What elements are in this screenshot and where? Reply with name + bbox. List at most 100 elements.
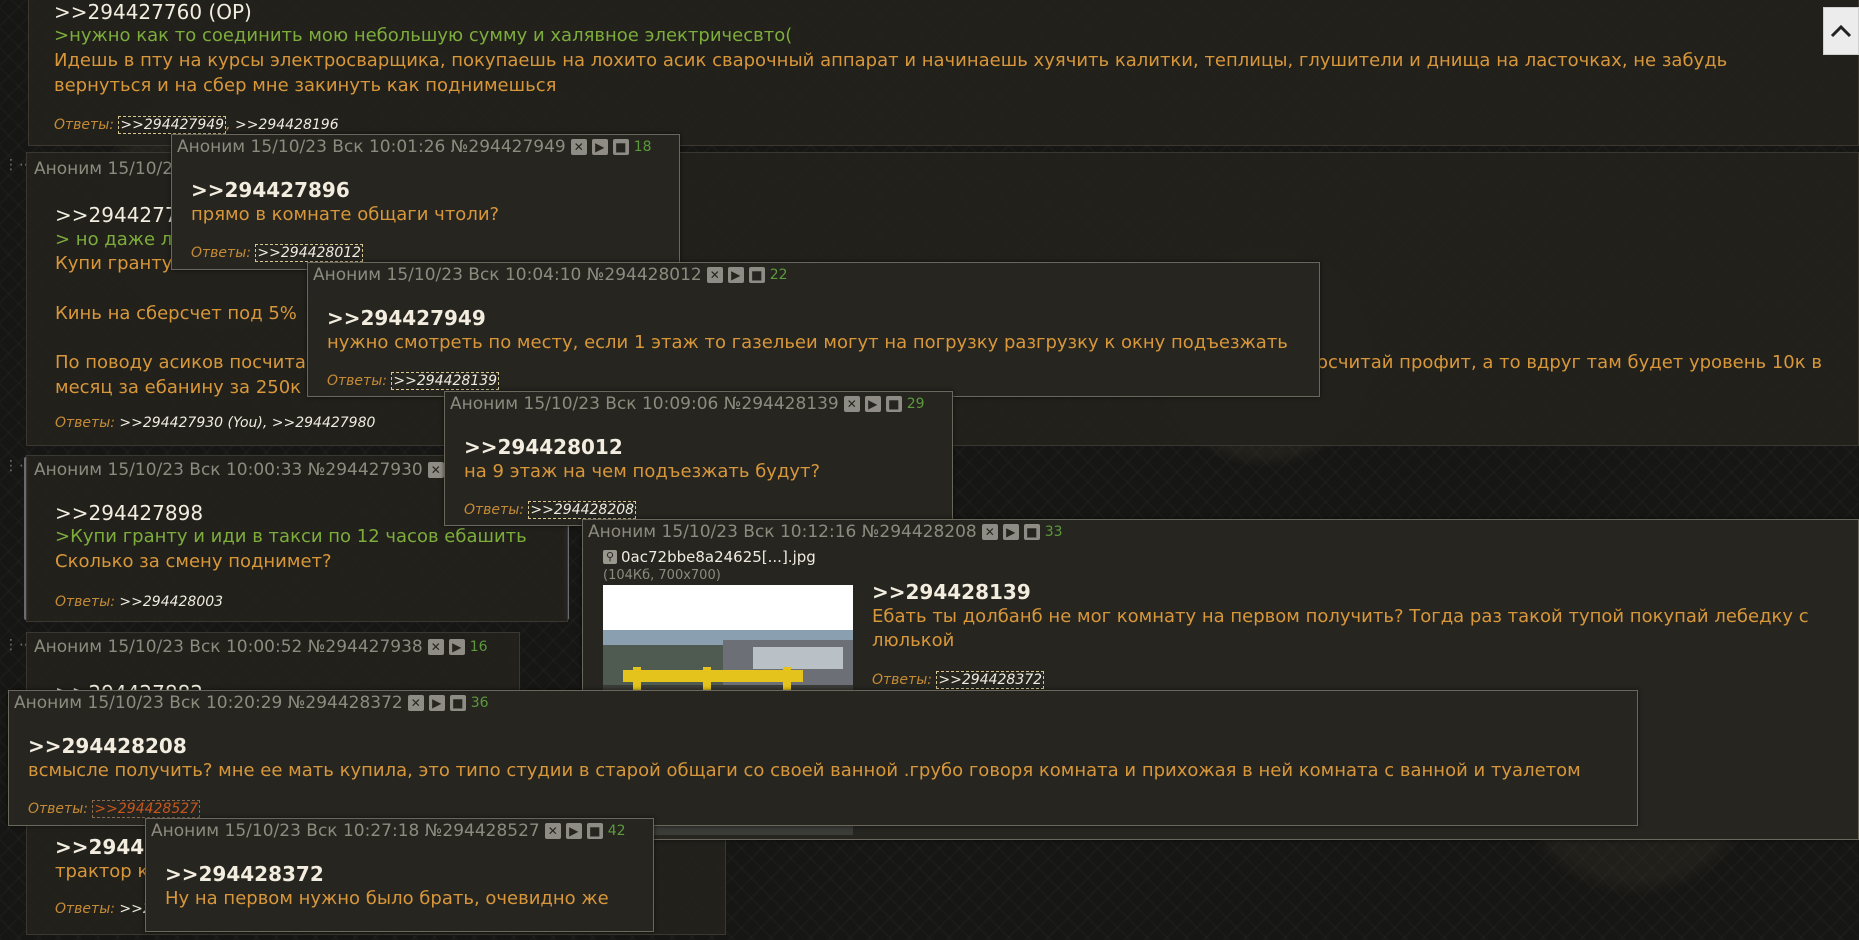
- post-counter: 29: [906, 396, 925, 412]
- scroll-top-button[interactable]: [1823, 7, 1859, 55]
- close-icon[interactable]: ✕: [981, 524, 998, 540]
- popup-ref-link[interactable]: >>294427949: [327, 306, 486, 330]
- op-quote: >нужно как то соединить мою небольшую су…: [54, 25, 793, 46]
- popup-text: Ну на первом нужно было брать, очевидно …: [165, 888, 609, 909]
- post-header: Аноним 15/10/23 Вск 10:00:33 №294427930 …: [34, 460, 444, 480]
- reply-link[interactable]: >>294428139: [391, 372, 500, 390]
- post-text: Купи гранту: [55, 253, 173, 274]
- close-icon[interactable]: ✕: [843, 396, 860, 412]
- answers-label: Ответы:: [55, 415, 115, 431]
- popup-answers: Ответы: >>294428527: [28, 800, 201, 818]
- reply-link[interactable]: >>294428372: [936, 671, 1045, 689]
- popup-header: Аноним 15/10/23 Вск 10:12:16 №294428208 …: [588, 522, 1063, 542]
- post-header-text: Аноним 15/10/23 Вск 10:00:52 №294427938: [34, 637, 423, 657]
- popup-header: Аноним 15/10/23 Вск 10:04:10 №294428012 …: [313, 265, 788, 285]
- play-icon[interactable]: ▶: [428, 695, 445, 711]
- popup-ref-link[interactable]: >>294428372: [165, 862, 324, 886]
- post-ref-link[interactable]: >>294427898: [55, 501, 203, 525]
- play-icon[interactable]: ▶: [565, 823, 582, 839]
- popup-text: на 9 этаж на чем подъезжать будут?: [464, 461, 821, 482]
- stop-icon[interactable]: ■: [885, 396, 902, 412]
- play-icon[interactable]: ▶: [727, 267, 744, 283]
- popup-text: прямо в комнате общаги чтоли?: [191, 204, 500, 225]
- reply-link[interactable]: >>294428196: [235, 117, 339, 133]
- popup-header-text: Аноним 15/10/23 Вск 10:04:10 №294428012: [313, 265, 702, 285]
- reply-popup-294428139: Аноним 15/10/23 Вск 10:09:06 №294428139 …: [444, 391, 953, 526]
- post-text: Кинь на сберсчет под 5%: [55, 303, 297, 324]
- close-icon[interactable]: ✕: [706, 267, 723, 283]
- close-icon[interactable]: ✕: [544, 823, 561, 839]
- op-post: >>294427760 (OP) >нужно как то соединить…: [28, 0, 1859, 146]
- popup-header-text: Аноним 15/10/23 Вск 10:01:26 №294427949: [177, 137, 566, 157]
- file-meta: (104Кб, 700x700): [603, 568, 721, 583]
- popup-header: Аноним 15/10/23 Вск 10:20:29 №294428372 …: [14, 693, 489, 713]
- file-name-link[interactable]: 0ac72bbe8a24625[...].jpg: [621, 548, 816, 566]
- popup-answers: Ответы: >>294428012: [191, 244, 364, 262]
- popup-header: Аноним 15/10/23 Вск 10:27:18 №294428527 …: [151, 821, 626, 841]
- play-icon[interactable]: ▶: [448, 639, 465, 655]
- post-answers: Ответы: >>294428003: [55, 594, 223, 610]
- popup-header-text: Аноним 15/10/23 Вск 10:09:06 №294428139: [450, 394, 839, 414]
- reply-link[interactable]: >>294428003: [119, 594, 223, 610]
- answers-label: Ответы:: [55, 594, 115, 610]
- post-counter: 36: [470, 695, 489, 711]
- reply-link[interactable]: >>294428208: [528, 501, 637, 519]
- post-text: осчитай профит, а то вдруг там будет уро…: [1317, 352, 1822, 373]
- popup-ref-link[interactable]: >>294427896: [191, 178, 350, 202]
- answers-label: Ответы:: [327, 373, 387, 389]
- op-text-line1: Идешь в пту на курсы электросварщика, по…: [54, 50, 1728, 71]
- post-text: Сколько за смену поднимет?: [55, 551, 332, 572]
- post-text: трактор к: [55, 861, 149, 882]
- stop-icon[interactable]: ■: [748, 267, 765, 283]
- play-icon[interactable]: ▶: [591, 139, 608, 155]
- stop-icon[interactable]: ■: [449, 695, 466, 711]
- post-294427938: Аноним 15/10/23 Вск 10:00:52 №294427938 …: [26, 632, 520, 705]
- popup-header-text: Аноним 15/10/23 Вск 10:27:18 №294428527: [151, 821, 540, 841]
- reply-link[interactable]: >>294428012: [255, 244, 364, 262]
- post-header: Аноним 15/10/23 Вск 10:00:52 №294427938 …: [34, 637, 488, 657]
- post-ref-link[interactable]: >>29442: [55, 835, 158, 859]
- close-icon[interactable]: ✕: [427, 462, 444, 478]
- popup-ref-link[interactable]: >>294428012: [464, 435, 623, 459]
- reply-link[interactable]: >>294427949: [118, 116, 227, 134]
- magnifier-icon[interactable]: ⚲: [603, 550, 617, 564]
- reply-link[interactable]: >>294427930 (You), >>294427980: [119, 415, 375, 431]
- popup-text: Ебать ты долбанб не мог комнату на перво…: [872, 606, 1809, 627]
- popup-answers: Ответы: >>294428139: [327, 372, 500, 390]
- reply-link-active[interactable]: >>294428527: [92, 800, 201, 818]
- popup-text: нужно смотреть по месту, если 1 этаж то …: [327, 332, 1288, 353]
- chevron-up-icon: [1830, 24, 1852, 38]
- popup-header: Аноним 15/10/23 Вск 10:09:06 №294428139 …: [450, 394, 925, 414]
- post-counter: 22: [769, 267, 788, 283]
- popup-text: всмысле получить? мне ее мать купила, эт…: [28, 760, 1581, 781]
- op-title[interactable]: >>294427760 (OP): [54, 0, 252, 24]
- popup-ref-link[interactable]: >>294428139: [872, 580, 1031, 604]
- post-quote: > но даже л: [55, 229, 173, 250]
- stop-icon[interactable]: ■: [1023, 524, 1040, 540]
- close-icon[interactable]: ✕: [407, 695, 424, 711]
- stop-icon[interactable]: ■: [612, 139, 629, 155]
- post-counter: 18: [633, 139, 652, 155]
- close-icon[interactable]: ✕: [570, 139, 587, 155]
- op-text-line2: вернуться и на сбер мне закинуть как под…: [54, 75, 557, 96]
- post-header-text: Аноним 15/10/23 Вск 10:00:33 №294427930: [34, 460, 423, 480]
- post-counter: 33: [1044, 524, 1063, 540]
- reply-popup-294428372: Аноним 15/10/23 Вск 10:20:29 №294428372 …: [8, 690, 1638, 826]
- popup-header: Аноним 15/10/23 Вск 10:01:26 №294427949 …: [177, 137, 652, 157]
- popup-text: люлькой: [872, 630, 955, 651]
- popup-answers: Ответы: >>294428372: [872, 671, 1045, 689]
- answers-label: Ответы:: [28, 801, 88, 817]
- answers-label: Ответы:: [55, 901, 115, 917]
- stop-icon[interactable]: ■: [586, 823, 603, 839]
- reply-popup-294428012: Аноним 15/10/23 Вск 10:04:10 №294428012 …: [307, 262, 1320, 397]
- post-text: месяц за ебанину за 250к: [55, 377, 302, 398]
- answers-label: Ответы:: [191, 245, 251, 261]
- post-counter: 42: [607, 823, 626, 839]
- popup-answers: Ответы: >>294428208: [464, 501, 637, 519]
- post-counter: 16: [469, 639, 488, 655]
- post-quote: >Купи гранту и иди в такси по 12 часов е…: [55, 526, 527, 547]
- popup-ref-link[interactable]: >>294428208: [28, 734, 187, 758]
- close-icon[interactable]: ✕: [427, 639, 444, 655]
- play-icon[interactable]: ▶: [864, 396, 881, 412]
- play-icon[interactable]: ▶: [1002, 524, 1019, 540]
